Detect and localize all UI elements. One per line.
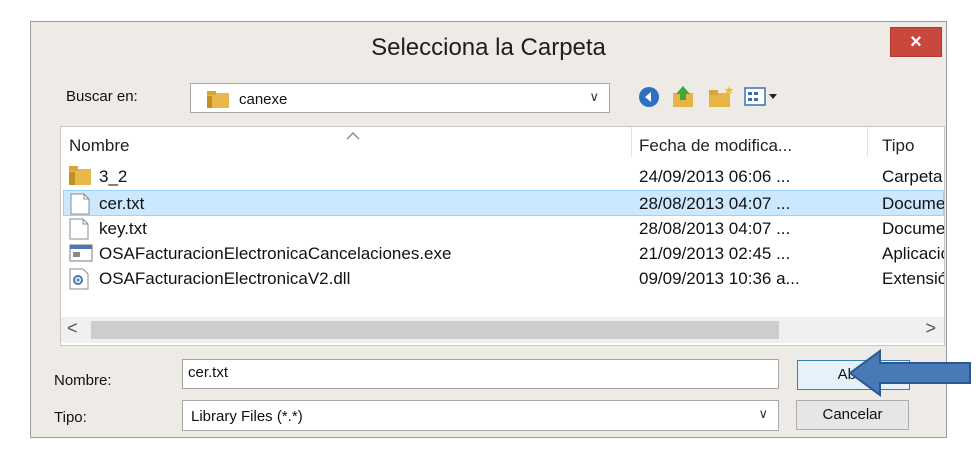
file-date: 09/09/2013 10:36 a... xyxy=(639,269,800,288)
sort-ascending-icon xyxy=(346,132,360,140)
lookin-value: canexe xyxy=(239,91,288,108)
file-type: Aplicació xyxy=(882,244,944,263)
application-icon xyxy=(69,244,93,262)
folder-icon xyxy=(207,91,229,108)
file-date: 24/09/2013 06:06 ... xyxy=(639,167,791,186)
file-row[interactable]: key.txt 28/08/2013 04:07 ... Docume xyxy=(63,216,944,242)
column-divider xyxy=(867,127,868,157)
up-folder-icon[interactable] xyxy=(671,84,697,110)
file-type: Carpeta xyxy=(882,167,943,186)
file-row-selected[interactable]: cer.txt 28/08/2013 04:07 ... Docume xyxy=(63,190,944,216)
chevron-down-icon: ∨ xyxy=(589,89,599,104)
file-type: Docume xyxy=(882,194,944,213)
file-row[interactable]: OSAFacturacionElectronicaCancelaciones.e… xyxy=(63,241,944,267)
new-folder-icon[interactable] xyxy=(707,84,735,110)
file-name: cer.txt xyxy=(99,194,145,213)
file-type: Extensión xyxy=(882,269,944,288)
filetype-label: Tipo: xyxy=(54,409,87,426)
dialog-title: Selecciona la Carpeta xyxy=(371,34,606,61)
annotation-arrow xyxy=(848,349,971,397)
cancel-button[interactable]: Cancelar xyxy=(796,400,909,430)
folder-icon xyxy=(69,166,91,185)
scroll-left-button[interactable]: < xyxy=(67,318,78,339)
file-name: OSAFacturacionElectronicaV2.dll xyxy=(99,269,351,288)
filename-label: Nombre: xyxy=(54,372,112,389)
column-header-date[interactable]: Fecha de modifica... xyxy=(639,136,792,156)
text-file-icon xyxy=(69,218,89,240)
file-name: 3_2 xyxy=(99,167,128,186)
file-date: 21/09/2013 02:45 ... xyxy=(639,244,791,263)
horizontal-scrollbar[interactable]: < > xyxy=(61,317,944,343)
file-date: 28/08/2013 04:07 ... xyxy=(639,194,791,213)
title-bar: Selecciona la Carpeta × xyxy=(31,22,946,74)
file-name: key.txt xyxy=(99,219,147,238)
view-menu-icon[interactable] xyxy=(744,86,780,108)
lookin-dropdown[interactable]: canexe ∨ xyxy=(190,83,610,113)
scrollbar-thumb[interactable] xyxy=(91,321,779,339)
text-file-icon xyxy=(70,193,90,215)
filetype-dropdown[interactable]: Library Files (*.*) ∨ xyxy=(182,400,779,431)
file-type: Docume xyxy=(882,219,944,238)
file-list[interactable]: Nombre Fecha de modifica... Tipo 3_2 24/… xyxy=(60,126,945,346)
lookin-label: Buscar en: xyxy=(66,88,138,105)
file-name: OSAFacturacionElectronicaCancelaciones.e… xyxy=(99,244,452,263)
close-button[interactable]: × xyxy=(890,27,942,57)
column-header-name[interactable]: Nombre xyxy=(69,136,129,156)
filename-input[interactable]: cer.txt xyxy=(182,359,779,389)
column-divider xyxy=(631,127,632,157)
filetype-value: Library Files (*.*) xyxy=(191,408,303,425)
file-date: 28/08/2013 04:07 ... xyxy=(639,219,791,238)
dll-file-icon xyxy=(69,268,89,290)
file-row[interactable]: OSAFacturacionElectronicaV2.dll 09/09/20… xyxy=(63,266,944,292)
scroll-right-button[interactable]: > xyxy=(925,318,936,339)
back-icon[interactable] xyxy=(638,86,660,108)
file-row[interactable]: 3_2 24/09/2013 06:06 ... Carpeta xyxy=(63,164,944,190)
chevron-down-icon: ∨ xyxy=(758,406,768,421)
column-header-type[interactable]: Tipo xyxy=(882,136,914,156)
open-file-dialog: Selecciona la Carpeta × Buscar en: canex… xyxy=(30,21,947,438)
